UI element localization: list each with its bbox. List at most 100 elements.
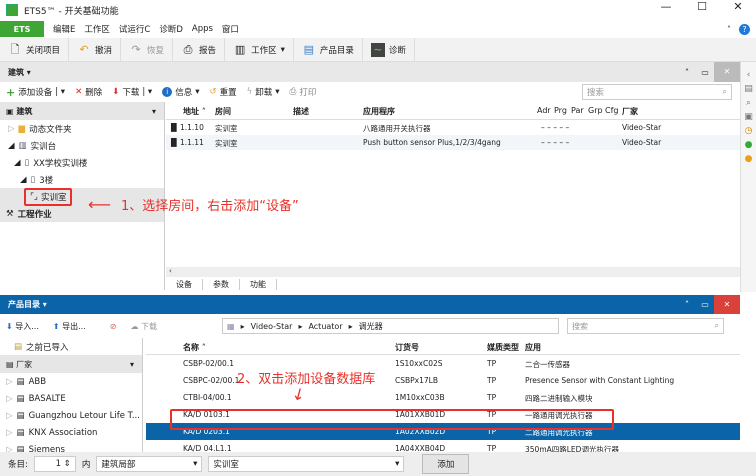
reset-icon: ↺ (209, 87, 217, 97)
catalog-button[interactable]: ▤ 产品目录 (294, 37, 363, 62)
reset-button[interactable]: ↺ 重置 (210, 86, 237, 98)
add-button[interactable]: 添加 (422, 454, 470, 474)
search-icon[interactable]: ⌕ (746, 98, 751, 108)
col-medium[interactable]: 媒质类型 (487, 342, 519, 353)
breadcrumb-item[interactable]: 调光器 (359, 321, 383, 332)
cell-name: CSBP-02/00.1 (183, 359, 234, 368)
close-project-button[interactable]: 🗋 关闭项目 (0, 37, 70, 62)
unload-button[interactable]: ϟ 卸载 ▾ (247, 86, 280, 98)
col-cfg[interactable]: Cfg (605, 106, 618, 115)
col-address[interactable]: 地址 ˄ (183, 106, 206, 117)
tree-header[interactable]: ▣ 建筑 ▾ (0, 102, 164, 120)
vendor-item[interactable]: ▷ ▤ BASALTE (0, 390, 142, 407)
redo-icon: ↷ (131, 42, 141, 56)
quantity-stepper[interactable]: 1 ⇕ (33, 456, 76, 472)
table-row[interactable]: CSBP-02/00.1 1S10xxC02S TP 二合一传感器 (146, 355, 740, 372)
horizontal-scrollbar[interactable]: ‹ (166, 267, 740, 277)
col-par[interactable]: Par (571, 106, 584, 115)
panel-maximize-icon[interactable]: ▭ (696, 68, 714, 77)
panel-close-icon[interactable]: ✕ (714, 295, 740, 314)
play-icon[interactable]: ● (745, 140, 753, 150)
menu-window[interactable]: 窗口 (222, 23, 239, 35)
vendor-icon: ▤ (16, 427, 25, 438)
undo-button[interactable]: ↶ 撤消 (69, 37, 122, 62)
vendor-item[interactable]: ▷ ▤ KNX Association (0, 424, 142, 441)
table-row[interactable]: ▐▌ 1.1.11 实训室 Push button sensor Plus,1/… (166, 135, 740, 150)
panel-collapse-icon[interactable]: ˄ (678, 68, 696, 77)
tree-node-building[interactable]: ◢ ▯ XX学校实训楼 (0, 154, 164, 171)
diagnostics-button[interactable]: ~ 诊断 (363, 37, 415, 62)
import-button[interactable]: ⬇ 导入... (6, 321, 39, 332)
todo-icon[interactable]: ● (745, 154, 753, 164)
menu-edit[interactable]: 编辑E (53, 23, 75, 35)
col-adr[interactable]: Adr (537, 106, 551, 115)
history-icon[interactable]: ◷ (745, 126, 753, 136)
tab-devices[interactable]: 设备 (166, 279, 202, 290)
tree-node-training-bench[interactable]: ◢ ▥ 实训台 (0, 137, 164, 154)
col-grp[interactable]: Grp (588, 106, 603, 115)
vendor-item[interactable]: ▷ ▤ ABB (0, 373, 142, 390)
catalog-panel-title[interactable]: 产品目录 ▾ (8, 299, 47, 310)
tab-parameters[interactable]: 参数 (202, 279, 239, 290)
cell-app: 四路二进制输入模块 (525, 394, 593, 403)
menu-workspace[interactable]: 工作区 (84, 23, 110, 35)
help-icon[interactable]: ? (739, 23, 750, 35)
table-row[interactable]: ▐▌ 1.1.10 实训室 八路通用开关执行器 – – – – – Video-… (166, 120, 740, 135)
vendor-header[interactable]: ▤ 厂家 ▾ (0, 355, 142, 373)
import-history-icon: ▤ (14, 341, 23, 352)
tools-icon: ⚒ (6, 208, 14, 219)
panel-close-icon[interactable]: ✕ (714, 62, 740, 82)
redo-button[interactable]: ↷ 恢复 (121, 37, 174, 62)
room-select[interactable]: 实训室 ▾ (208, 456, 405, 472)
export-button[interactable]: ⬆ 导出... (53, 321, 86, 332)
col-vendor[interactable]: 厂家 (622, 106, 638, 117)
breadcrumb-item[interactable]: Video-Star (251, 322, 293, 331)
close-button[interactable]: ✕ (720, 0, 756, 13)
building-search-input[interactable]: 搜索 ⌕ (582, 84, 732, 100)
catalog-download-button[interactable]: ☁ 下载 (130, 321, 157, 332)
menu-diagnostics[interactable]: 诊断D (159, 23, 183, 35)
col-description[interactable]: 描述 (293, 106, 309, 117)
breadcrumb-item[interactable]: Actuator (308, 322, 342, 331)
col-prg[interactable]: Prg (554, 106, 567, 115)
properties-icon[interactable]: ▤ (744, 84, 753, 94)
table-row[interactable]: CTBI-04/00.1 1M10xxC03B TP 四路二进制输入模块 (146, 389, 740, 406)
expand-icon[interactable]: ‹ (747, 70, 751, 80)
panel-maximize-icon[interactable]: ▭ (696, 300, 714, 309)
info-button[interactable]: i 信息 ▾ (162, 86, 200, 98)
tree-node-dynamic-folder[interactable]: ▷ ▆ 动态文件夹 (0, 120, 164, 137)
col-room[interactable]: 房间 (215, 106, 231, 117)
delete-button[interactable]: ✕ 删除 (75, 86, 102, 98)
window-title: ETS5™ - 开关基础功能 (24, 6, 119, 17)
catalog-search-input[interactable]: 搜索 ⌕ (567, 318, 724, 334)
tree-node-floor[interactable]: ◢ ▯ 3楼 (0, 171, 164, 188)
catalog-breadcrumb[interactable]: ▦ ▸ Video-Star ▸ Actuator ▸ 调光器 (222, 318, 559, 334)
report-button[interactable]: ⎙ 报告 (173, 37, 226, 62)
panel-icon[interactable]: ▣ (744, 112, 753, 122)
no-filter-icon[interactable]: ⊘ (110, 322, 117, 331)
print-button[interactable]: ⎙ 打印 (290, 86, 317, 98)
grid-header: 地址 ˄ 房间 描述 应用程序 Adr Prg Par Grp Cfg 厂家 (166, 102, 740, 120)
import-icon: ⬇ (6, 321, 13, 331)
building-panel-title[interactable]: 建筑 ▾ (8, 67, 31, 78)
previously-imported-node[interactable]: ▤ 之前已导入 (0, 338, 142, 355)
download-icon: ⬇ (112, 87, 120, 97)
vendor-item[interactable]: ▷ ▤ Guangzhou Letour Life T... (0, 407, 142, 424)
menu-commissioning[interactable]: 试运行C (119, 23, 150, 35)
col-application[interactable]: 应用 (525, 342, 541, 353)
table-row[interactable]: CSBPC-02/00.1 CSBPx17LB TP Presence Sensor … (146, 372, 740, 389)
workspace-button[interactable]: ▥ 工作区 ▾ (225, 37, 294, 62)
panel-collapse-icon[interactable]: ˄ (678, 300, 696, 309)
minimize-button[interactable]: — (648, 0, 684, 13)
col-application[interactable]: 应用程序 (363, 106, 395, 117)
maximize-button[interactable]: ☐ (684, 0, 720, 13)
tab-functions[interactable]: 功能 (239, 279, 277, 290)
col-order-number[interactable]: 订货号 (395, 342, 419, 353)
download-button[interactable]: ⬇ 下载 | ▾ (112, 86, 152, 98)
col-name[interactable]: 名称 ˄ (183, 342, 206, 353)
collapse-ribbon-icon[interactable]: ˄ (727, 25, 731, 34)
scope-select[interactable]: 建筑局部 ▾ (96, 456, 203, 472)
ets-menu-button[interactable]: ETS (0, 21, 44, 37)
menu-apps[interactable]: Apps (192, 24, 213, 34)
add-device-button[interactable]: + 添加设备 | ▾ (6, 86, 65, 99)
